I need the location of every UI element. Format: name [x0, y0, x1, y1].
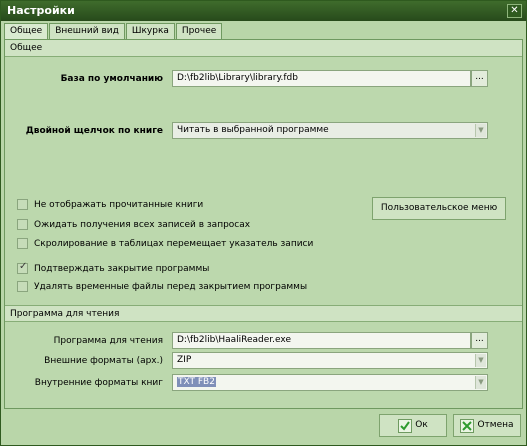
internal-formats-value: TXT FB2	[177, 377, 216, 387]
section-header-general: Общее	[5, 40, 522, 57]
checkbox-confirm-exit[interactable]: ✓	[17, 261, 28, 274]
checkmark-icon: ✓	[19, 261, 28, 272]
reader-program-label: Программа для чтения	[53, 336, 163, 346]
checkbox-row-hide-read[interactable]: Не отображать прочитанные книги	[17, 198, 203, 211]
ok-label: Ок	[415, 420, 428, 430]
checkbox-wait-records[interactable]	[17, 219, 28, 230]
ok-button[interactable]: Ок	[379, 414, 447, 437]
external-formats-value: ZIP	[177, 355, 192, 365]
settings-panel: Общее База по умолчанию D:\fb2lib\Librar…	[4, 39, 523, 409]
internal-formats-label: Внутренние форматы книг	[34, 378, 163, 388]
checkbox-row-delete-temp[interactable]: Удалять временные файлы перед закрытием …	[17, 280, 307, 293]
checkbox-row-confirm-exit[interactable]: ✓ Подтверждать закрытие программы	[17, 261, 210, 275]
tab-appearance[interactable]: Внешний вид	[49, 23, 125, 39]
checkbox-hide-read[interactable]	[17, 199, 28, 210]
title-bar[interactable]: Настройки ✕	[1, 1, 526, 21]
checkbox-row-scroll-pointer[interactable]: Скролирование в таблицах перемещает указ…	[17, 237, 313, 250]
external-formats-select[interactable]: ZIP ▼	[172, 352, 488, 369]
cancel-icon	[460, 418, 475, 433]
checkbox-delete-temp[interactable]	[17, 281, 28, 292]
double-click-select[interactable]: Читать в выбранной программе ▼	[172, 122, 488, 139]
checkbox-label: Не отображать прочитанные книги	[34, 199, 204, 210]
double-click-label: Двойной щелчок по книге	[25, 126, 163, 136]
checkmark-icon	[398, 418, 413, 433]
chevron-down-icon[interactable]: ▼	[475, 376, 486, 389]
reader-program-browse-button[interactable]: ...	[471, 332, 488, 349]
checkbox-label: Ожидать получения всех записей в запроса…	[34, 219, 251, 230]
cancel-button[interactable]: Отмена	[453, 414, 521, 437]
chevron-down-icon[interactable]: ▼	[475, 124, 486, 137]
settings-window: Настройки ✕ Общее Внешний вид Шкурка Про…	[0, 0, 527, 446]
user-menu-button[interactable]: Пользовательское меню	[372, 197, 506, 220]
checkbox-label: Подтверждать закрытие программы	[34, 263, 210, 274]
tab-general[interactable]: Общее	[4, 23, 49, 40]
double-click-value: Читать в выбранной программе	[177, 125, 329, 135]
checkbox-label: Скролирование в таблицах перемещает указ…	[34, 238, 314, 249]
close-button[interactable]: ✕	[507, 4, 522, 18]
checkbox-label: Удалять временные файлы перед закрытием …	[34, 281, 308, 292]
window-title: Настройки	[7, 4, 75, 17]
checkbox-row-wait-records[interactable]: Ожидать получения всех записей в запроса…	[17, 218, 250, 231]
internal-formats-select[interactable]: TXT FB2 ▼	[172, 374, 488, 391]
cancel-label: Отмена	[477, 420, 514, 430]
tab-skin[interactable]: Шкурка	[125, 23, 175, 39]
section-header-reading: Программа для чтения	[5, 305, 522, 322]
tab-bar: Общее Внешний вид Шкурка Прочее	[4, 23, 223, 40]
default-db-field[interactable]: D:\fb2lib\Library\library.fdb	[172, 70, 471, 87]
external-formats-label: Внешние форматы (арх.)	[44, 356, 163, 366]
tab-other[interactable]: Прочее	[175, 23, 223, 39]
checkbox-scroll-pointer[interactable]	[17, 238, 28, 249]
default-db-label: База по умолчанию	[60, 74, 163, 84]
default-db-browse-button[interactable]: ...	[471, 70, 488, 87]
close-icon: ✕	[510, 5, 519, 16]
reader-program-field[interactable]: D:\fb2lib\HaaliReader.exe	[172, 332, 471, 349]
chevron-down-icon[interactable]: ▼	[475, 354, 486, 367]
